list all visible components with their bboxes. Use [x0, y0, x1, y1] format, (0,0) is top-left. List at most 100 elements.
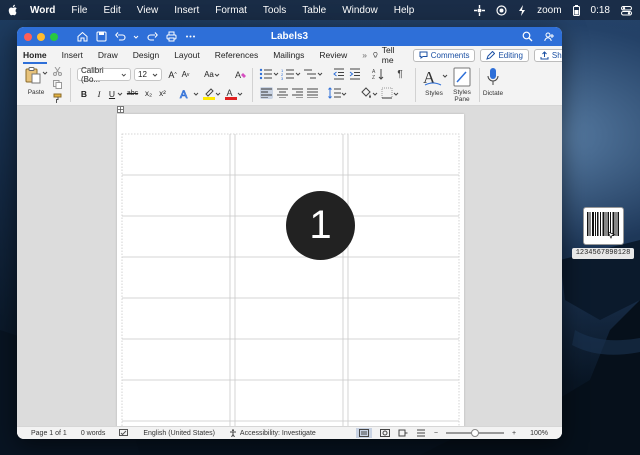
clear-formatting-icon[interactable]: A — [234, 69, 246, 80]
zoom-status-label[interactable]: zoom — [537, 5, 561, 16]
shrink-font-icon[interactable]: Av — [180, 69, 191, 80]
align-center-icon[interactable] — [276, 87, 289, 99]
focus-icon[interactable] — [496, 4, 507, 16]
search-icon[interactable] — [521, 31, 533, 43]
editing-button[interactable]: Editing — [480, 48, 529, 62]
undo-icon[interactable] — [114, 31, 126, 43]
bullets-dropdown-icon[interactable] — [273, 71, 279, 77]
tab-mailings[interactable]: Mailings — [273, 47, 304, 63]
web-layout-view-icon[interactable] — [379, 429, 390, 437]
battery-icon[interactable] — [572, 4, 580, 16]
strikethrough-button[interactable]: abc — [125, 88, 140, 99]
bold-button[interactable]: B — [79, 88, 89, 99]
borders-dropdown-icon[interactable] — [393, 91, 399, 97]
grow-font-icon[interactable]: A ^ — [167, 69, 178, 80]
numbering-icon[interactable]: 123 — [281, 68, 295, 80]
share-people-icon[interactable] — [543, 31, 555, 43]
font-color-icon[interactable]: A — [225, 87, 237, 100]
underline-dropdown-icon[interactable] — [117, 91, 123, 97]
menu-insert[interactable]: Insert — [174, 5, 199, 16]
tab-draw[interactable]: Draw — [98, 47, 118, 63]
numbering-dropdown-icon[interactable] — [295, 71, 301, 77]
multilevel-list-icon[interactable] — [303, 68, 317, 80]
menu-table[interactable]: Table — [302, 5, 326, 16]
menu-window[interactable]: Window — [342, 5, 378, 16]
proofing-icon[interactable] — [119, 429, 129, 437]
align-right-icon[interactable] — [291, 87, 304, 99]
document-page[interactable]: 1 — [117, 114, 464, 426]
zoom-out-button[interactable]: − — [434, 430, 438, 437]
tab-layout[interactable]: Layout — [174, 47, 200, 63]
tab-design[interactable]: Design — [133, 47, 159, 63]
highlight-icon[interactable] — [203, 87, 215, 100]
underline-button[interactable]: U — [107, 88, 117, 99]
zoom-slider[interactable] — [446, 429, 504, 437]
italic-button[interactable]: I — [94, 88, 104, 99]
comments-button[interactable]: Comments — [412, 48, 476, 62]
menu-edit[interactable]: Edit — [104, 5, 121, 16]
change-case-button[interactable]: Aa — [203, 69, 221, 80]
styles-dropdown-icon[interactable] — [442, 73, 448, 79]
word-count[interactable]: 0 words — [81, 430, 106, 437]
microphone-icon[interactable] — [485, 67, 501, 87]
menu-view[interactable]: View — [137, 5, 159, 16]
menu-format[interactable]: Format — [215, 5, 247, 16]
increase-indent-icon[interactable] — [349, 68, 361, 80]
print-icon[interactable] — [165, 31, 177, 43]
control-center-icon[interactable] — [474, 4, 486, 16]
page-count[interactable]: Page 1 of 1 — [31, 430, 67, 437]
zoom-in-button[interactable]: + — [512, 430, 516, 437]
sort-icon[interactable]: AZ — [372, 68, 384, 80]
decrease-indent-icon[interactable] — [333, 68, 345, 80]
show-formatting-icon[interactable]: ¶ — [395, 68, 405, 80]
subscript-button[interactable]: x₂ — [143, 88, 154, 99]
align-left-icon[interactable] — [260, 87, 273, 99]
language-status[interactable]: English (United States) — [143, 430, 215, 437]
apple-menu-icon[interactable] — [8, 4, 18, 16]
redo-icon[interactable] — [146, 31, 158, 43]
zoom-slider-knob[interactable] — [471, 429, 479, 437]
zoom-level[interactable]: 100% — [530, 430, 548, 437]
paste-dropdown-icon[interactable] — [42, 70, 48, 76]
accessibility-status[interactable]: Accessibility: Investigate — [229, 429, 316, 437]
shading-icon[interactable] — [360, 87, 372, 99]
tab-references[interactable]: References — [215, 47, 258, 63]
borders-icon[interactable] — [381, 87, 393, 99]
maximize-window-button[interactable] — [50, 32, 58, 41]
tab-home[interactable]: Home — [23, 47, 47, 64]
more-tabs-icon[interactable]: » — [362, 47, 367, 63]
barcode-file-icon[interactable] — [583, 207, 624, 245]
line-spacing-icon[interactable] — [328, 87, 341, 99]
menu-file[interactable]: File — [71, 5, 87, 16]
menu-tools[interactable]: Tools — [263, 5, 286, 16]
outline-view-icon[interactable] — [416, 429, 426, 437]
print-layout-view-icon[interactable] — [355, 428, 372, 438]
copy-icon[interactable] — [53, 80, 62, 89]
paste-icon[interactable] — [24, 66, 42, 84]
line-spacing-dropdown-icon[interactable] — [341, 91, 347, 97]
focus-view-icon[interactable] — [398, 429, 408, 437]
text-effects-icon[interactable]: A — [179, 87, 193, 100]
font-name-select[interactable]: Calibri (Bo... — [77, 66, 131, 84]
menu-help[interactable]: Help — [394, 5, 415, 16]
menu-app-name[interactable]: Word — [30, 5, 55, 16]
format-painter-icon[interactable] — [53, 93, 63, 103]
styles-pane-icon[interactable] — [453, 67, 471, 87]
table-move-handle-icon[interactable] — [117, 106, 124, 113]
tab-insert[interactable]: Insert — [62, 47, 83, 63]
window-titlebar[interactable]: Labels3 — [17, 27, 562, 46]
shading-dropdown-icon[interactable] — [372, 91, 378, 97]
cut-icon[interactable] — [53, 67, 62, 76]
text-effects-dropdown-icon[interactable] — [193, 91, 199, 97]
highlight-dropdown-icon[interactable] — [215, 91, 221, 97]
tab-review[interactable]: Review — [319, 47, 347, 63]
superscript-button[interactable]: x² — [157, 88, 168, 99]
more-commands-icon[interactable] — [184, 31, 196, 43]
font-color-dropdown-icon[interactable] — [237, 91, 243, 97]
justify-icon[interactable] — [306, 87, 319, 99]
control-center-toggle-icon[interactable] — [621, 5, 632, 16]
close-window-button[interactable] — [24, 32, 32, 41]
bullets-icon[interactable] — [259, 68, 273, 80]
undo-dropdown-icon[interactable] — [133, 31, 139, 43]
barcode-file-label[interactable]: 1234567890128 — [572, 248, 634, 259]
